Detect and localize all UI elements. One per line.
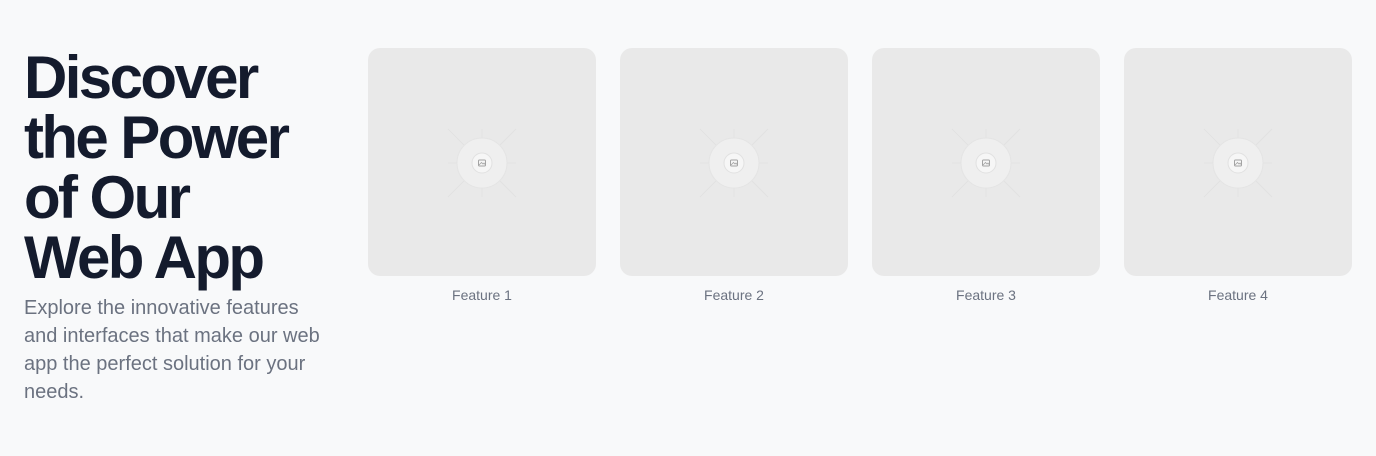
feature-card-3[interactable]: Feature 3 bbox=[872, 48, 1100, 304]
title-line: of Our bbox=[24, 164, 191, 231]
feature-image-placeholder bbox=[872, 48, 1100, 276]
feature-image-placeholder bbox=[1124, 48, 1352, 276]
title-line: Discover bbox=[24, 44, 259, 111]
image-placeholder-icon bbox=[447, 128, 517, 198]
feature-image-placeholder bbox=[368, 48, 596, 276]
hero-section: Discover the Power of Our Web App Explor… bbox=[0, 0, 1376, 456]
page-title: Discover the Power of Our Web App bbox=[24, 48, 344, 288]
feature-card-1[interactable]: Feature 1 bbox=[368, 48, 596, 304]
hero-subtitle: Explore the innovative features and inte… bbox=[24, 297, 320, 403]
hero-intro: Discover the Power of Our Web App Explor… bbox=[24, 48, 344, 406]
image-placeholder-icon bbox=[1203, 128, 1273, 198]
feature-card-2[interactable]: Feature 2 bbox=[620, 48, 848, 304]
title-line: the Power bbox=[24, 104, 290, 171]
title-line: Web App bbox=[24, 224, 265, 291]
feature-label: Feature 2 bbox=[704, 287, 764, 303]
feature-gallery: Feature 1 Feature 2 Feature 3 Feature 4 bbox=[368, 48, 1352, 304]
feature-label: Feature 3 bbox=[956, 287, 1016, 303]
feature-image-placeholder bbox=[620, 48, 848, 276]
feature-card-4[interactable]: Feature 4 bbox=[1124, 48, 1352, 304]
feature-label: Feature 4 bbox=[1208, 287, 1268, 303]
feature-label: Feature 1 bbox=[452, 287, 512, 303]
image-placeholder-icon bbox=[951, 128, 1021, 198]
image-placeholder-icon bbox=[699, 128, 769, 198]
